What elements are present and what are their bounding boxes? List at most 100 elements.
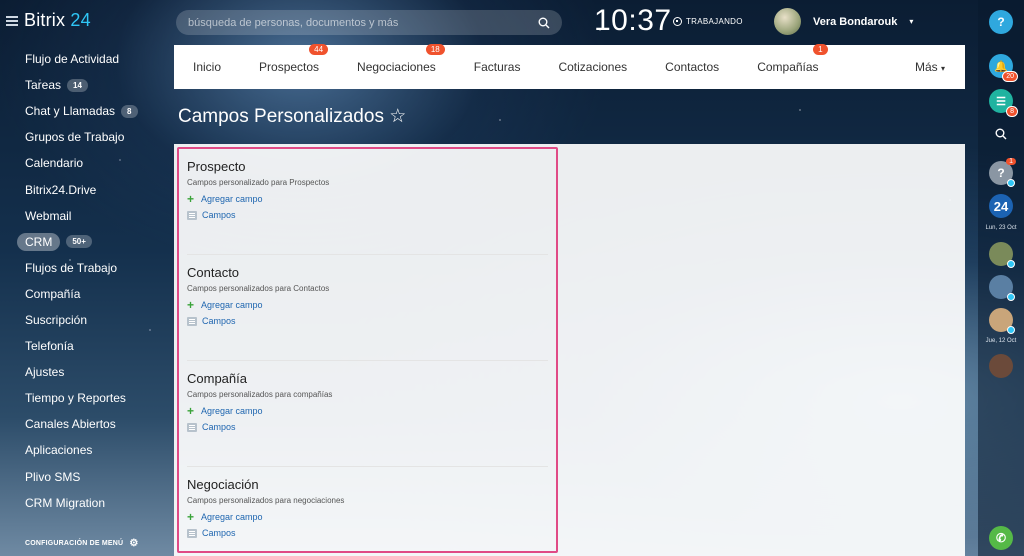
page-title: Campos Personalizados ☆ [178, 106, 407, 127]
work-status-label: TRABAJANDO [686, 17, 743, 26]
add-field-link[interactable]: + Agregar campo [187, 403, 548, 418]
tab-prospectos[interactable]: Prospectos 44 [240, 44, 338, 74]
add-field-link[interactable]: + Agregar campo [187, 297, 548, 312]
sidebar-item-webmail[interactable]: Webmail [0, 203, 165, 229]
stop-icon [673, 17, 682, 26]
section-title: Compañía [187, 371, 247, 386]
sidebar-item-settings[interactable]: Ajustes [0, 359, 165, 385]
logo-row: Bitrix 24 [6, 10, 91, 31]
count-badge: 44 [309, 44, 329, 55]
notifications-button[interactable]: 🔔 20 [989, 54, 1018, 82]
custom-fields-sections: Prospecto Campos personalizado para Pros… [177, 147, 558, 553]
chevron-down-icon: ▾ [909, 17, 914, 26]
left-sidebar: Bitrix 24 Flujo de Actividad Tareas 14 Ch… [0, 0, 165, 556]
count-badge: 1 [813, 44, 828, 55]
crm-tabs: Inicio Prospectos 44 Negociaciones 18 Fact… [174, 44, 965, 89]
sidebar-item-open-channels[interactable]: Canales Abiertos [0, 411, 165, 437]
count-badge: 18 [425, 44, 445, 55]
count-badge: 8 [121, 104, 138, 118]
section-title: Contacto [187, 265, 240, 280]
sidebar-item-workflows[interactable]: Flujos de Trabajo [0, 255, 165, 281]
chevron-down-icon: ▾ [940, 64, 945, 73]
add-field-link[interactable]: + Agregar campo [187, 509, 548, 524]
sidebar-item-activity[interactable]: Flujo de Actividad [0, 46, 165, 72]
fields-link[interactable]: Campos [187, 528, 548, 538]
sidebar-item-workgroups[interactable]: Grupos de Trabajo [0, 124, 165, 150]
section-description: Campos personalizados para compañías [187, 390, 333, 399]
fields-link[interactable]: Campos [187, 422, 548, 432]
section-negociacion: Negociación Campos personalizados para n… [187, 467, 548, 556]
online-indicator [1007, 260, 1015, 268]
avatar[interactable] [989, 242, 1015, 268]
section-description: Campos personalizados para negociaciones [187, 496, 345, 505]
phone-icon: ✆ [995, 531, 1007, 545]
question-icon: ? [997, 166, 1005, 180]
date-label: Jue, 12 Oct [985, 338, 1017, 344]
avatar [774, 8, 801, 35]
sidebar-item-time-reports[interactable]: Tiempo y Reportes [0, 385, 165, 411]
fields-link[interactable]: Campos [187, 210, 548, 220]
sidebar-item-apps[interactable]: Aplicaciones [0, 437, 165, 463]
menu-config-button[interactable]: CONFIGURACIÓN DE MENÚ ⚙ [25, 538, 138, 549]
search-icon[interactable] [538, 17, 550, 29]
help-button[interactable]: ? [989, 10, 1013, 34]
section-prospecto: Prospecto Campos personalizado para Pros… [187, 149, 548, 255]
plus-icon: + [187, 509, 195, 524]
sidebar-item-telephony[interactable]: Telefonía [0, 333, 165, 359]
search-icon [995, 128, 1007, 140]
add-field-link[interactable]: + Agregar campo [187, 191, 548, 206]
phone-button[interactable]: ✆ [989, 526, 1013, 550]
sidebar-nav: Flujo de Actividad Tareas 14 Chat y Llama… [0, 46, 165, 516]
plus-icon: + [187, 297, 195, 312]
plus-icon: + [187, 191, 195, 206]
list-icon [187, 528, 197, 538]
count-badge: 1 [1006, 158, 1016, 165]
date-label: Lun, 23 Oct [985, 225, 1017, 231]
chat-button[interactable]: ☰ 8 [989, 89, 1018, 117]
tab-facturas[interactable]: Facturas [455, 60, 540, 74]
work-status-button[interactable]: TRABAJANDO [673, 17, 743, 26]
logo[interactable]: Bitrix 24 [24, 10, 91, 31]
tab-contactos[interactable]: Contactos [646, 60, 738, 74]
menu-config-label: CONFIGURACIÓN DE MENÚ [25, 540, 124, 547]
avatar[interactable] [989, 354, 1013, 378]
fields-link[interactable]: Campos [187, 316, 548, 326]
tab-inicio[interactable]: Inicio [174, 60, 240, 74]
sidebar-item-company[interactable]: Compañía [0, 281, 165, 307]
count-badge: 8 [1006, 106, 1018, 117]
b24-logo[interactable]: 24 [989, 194, 1013, 218]
sidebar-item-chat[interactable]: Chat y Llamadas 8 [0, 98, 165, 124]
search-bar[interactable] [176, 10, 562, 35]
star-icon[interactable]: ☆ [389, 106, 406, 127]
section-title: Negociación [187, 477, 259, 492]
sidebar-item-plivo-sms[interactable]: Plivo SMS [0, 464, 165, 490]
section-description: Campos personalizados para Contactos [187, 284, 330, 293]
avatar[interactable] [989, 308, 1015, 334]
sidebar-item-tasks[interactable]: Tareas 14 [0, 72, 165, 98]
list-icon [187, 210, 197, 220]
online-indicator [1007, 326, 1015, 334]
online-indicator [1007, 293, 1015, 301]
right-panel: ? 🔔 20 ☰ 8 ? 1 24 Lun, 23 Oct Jue, 12 Oc… [978, 0, 1024, 556]
tab-companias[interactable]: Compañías 1 [738, 44, 837, 74]
avatar[interactable] [989, 275, 1015, 301]
sidebar-item-crm[interactable]: CRM 50+ [0, 229, 165, 255]
tab-more[interactable]: Más ▾ [896, 60, 965, 74]
count-badge: 20 [1002, 71, 1018, 82]
sidebar-item-calendar[interactable]: Calendario [0, 150, 165, 176]
plus-icon: + [187, 403, 195, 418]
avatar[interactable]: ? 1 [989, 158, 1016, 187]
tab-cotizaciones[interactable]: Cotizaciones [539, 60, 646, 74]
tab-negociaciones[interactable]: Negociaciones 18 [338, 44, 455, 74]
sidebar-item-crm-migration[interactable]: CRM Migration [0, 490, 165, 516]
clock: 10:37 [594, 4, 672, 37]
count-badge: 50+ [66, 235, 92, 249]
sidebar-item-subscription[interactable]: Suscripción [0, 307, 165, 333]
user-menu[interactable]: Vera Bondarouk ▾ [774, 8, 913, 35]
search-input[interactable] [188, 16, 538, 29]
section-contacto: Contacto Campos personalizados para Cont… [187, 255, 548, 361]
hamburger-icon[interactable] [6, 15, 18, 26]
sidebar-item-drive[interactable]: Bitrix24.Drive [0, 176, 165, 202]
search-button[interactable] [989, 122, 1013, 146]
online-indicator [1007, 179, 1015, 187]
